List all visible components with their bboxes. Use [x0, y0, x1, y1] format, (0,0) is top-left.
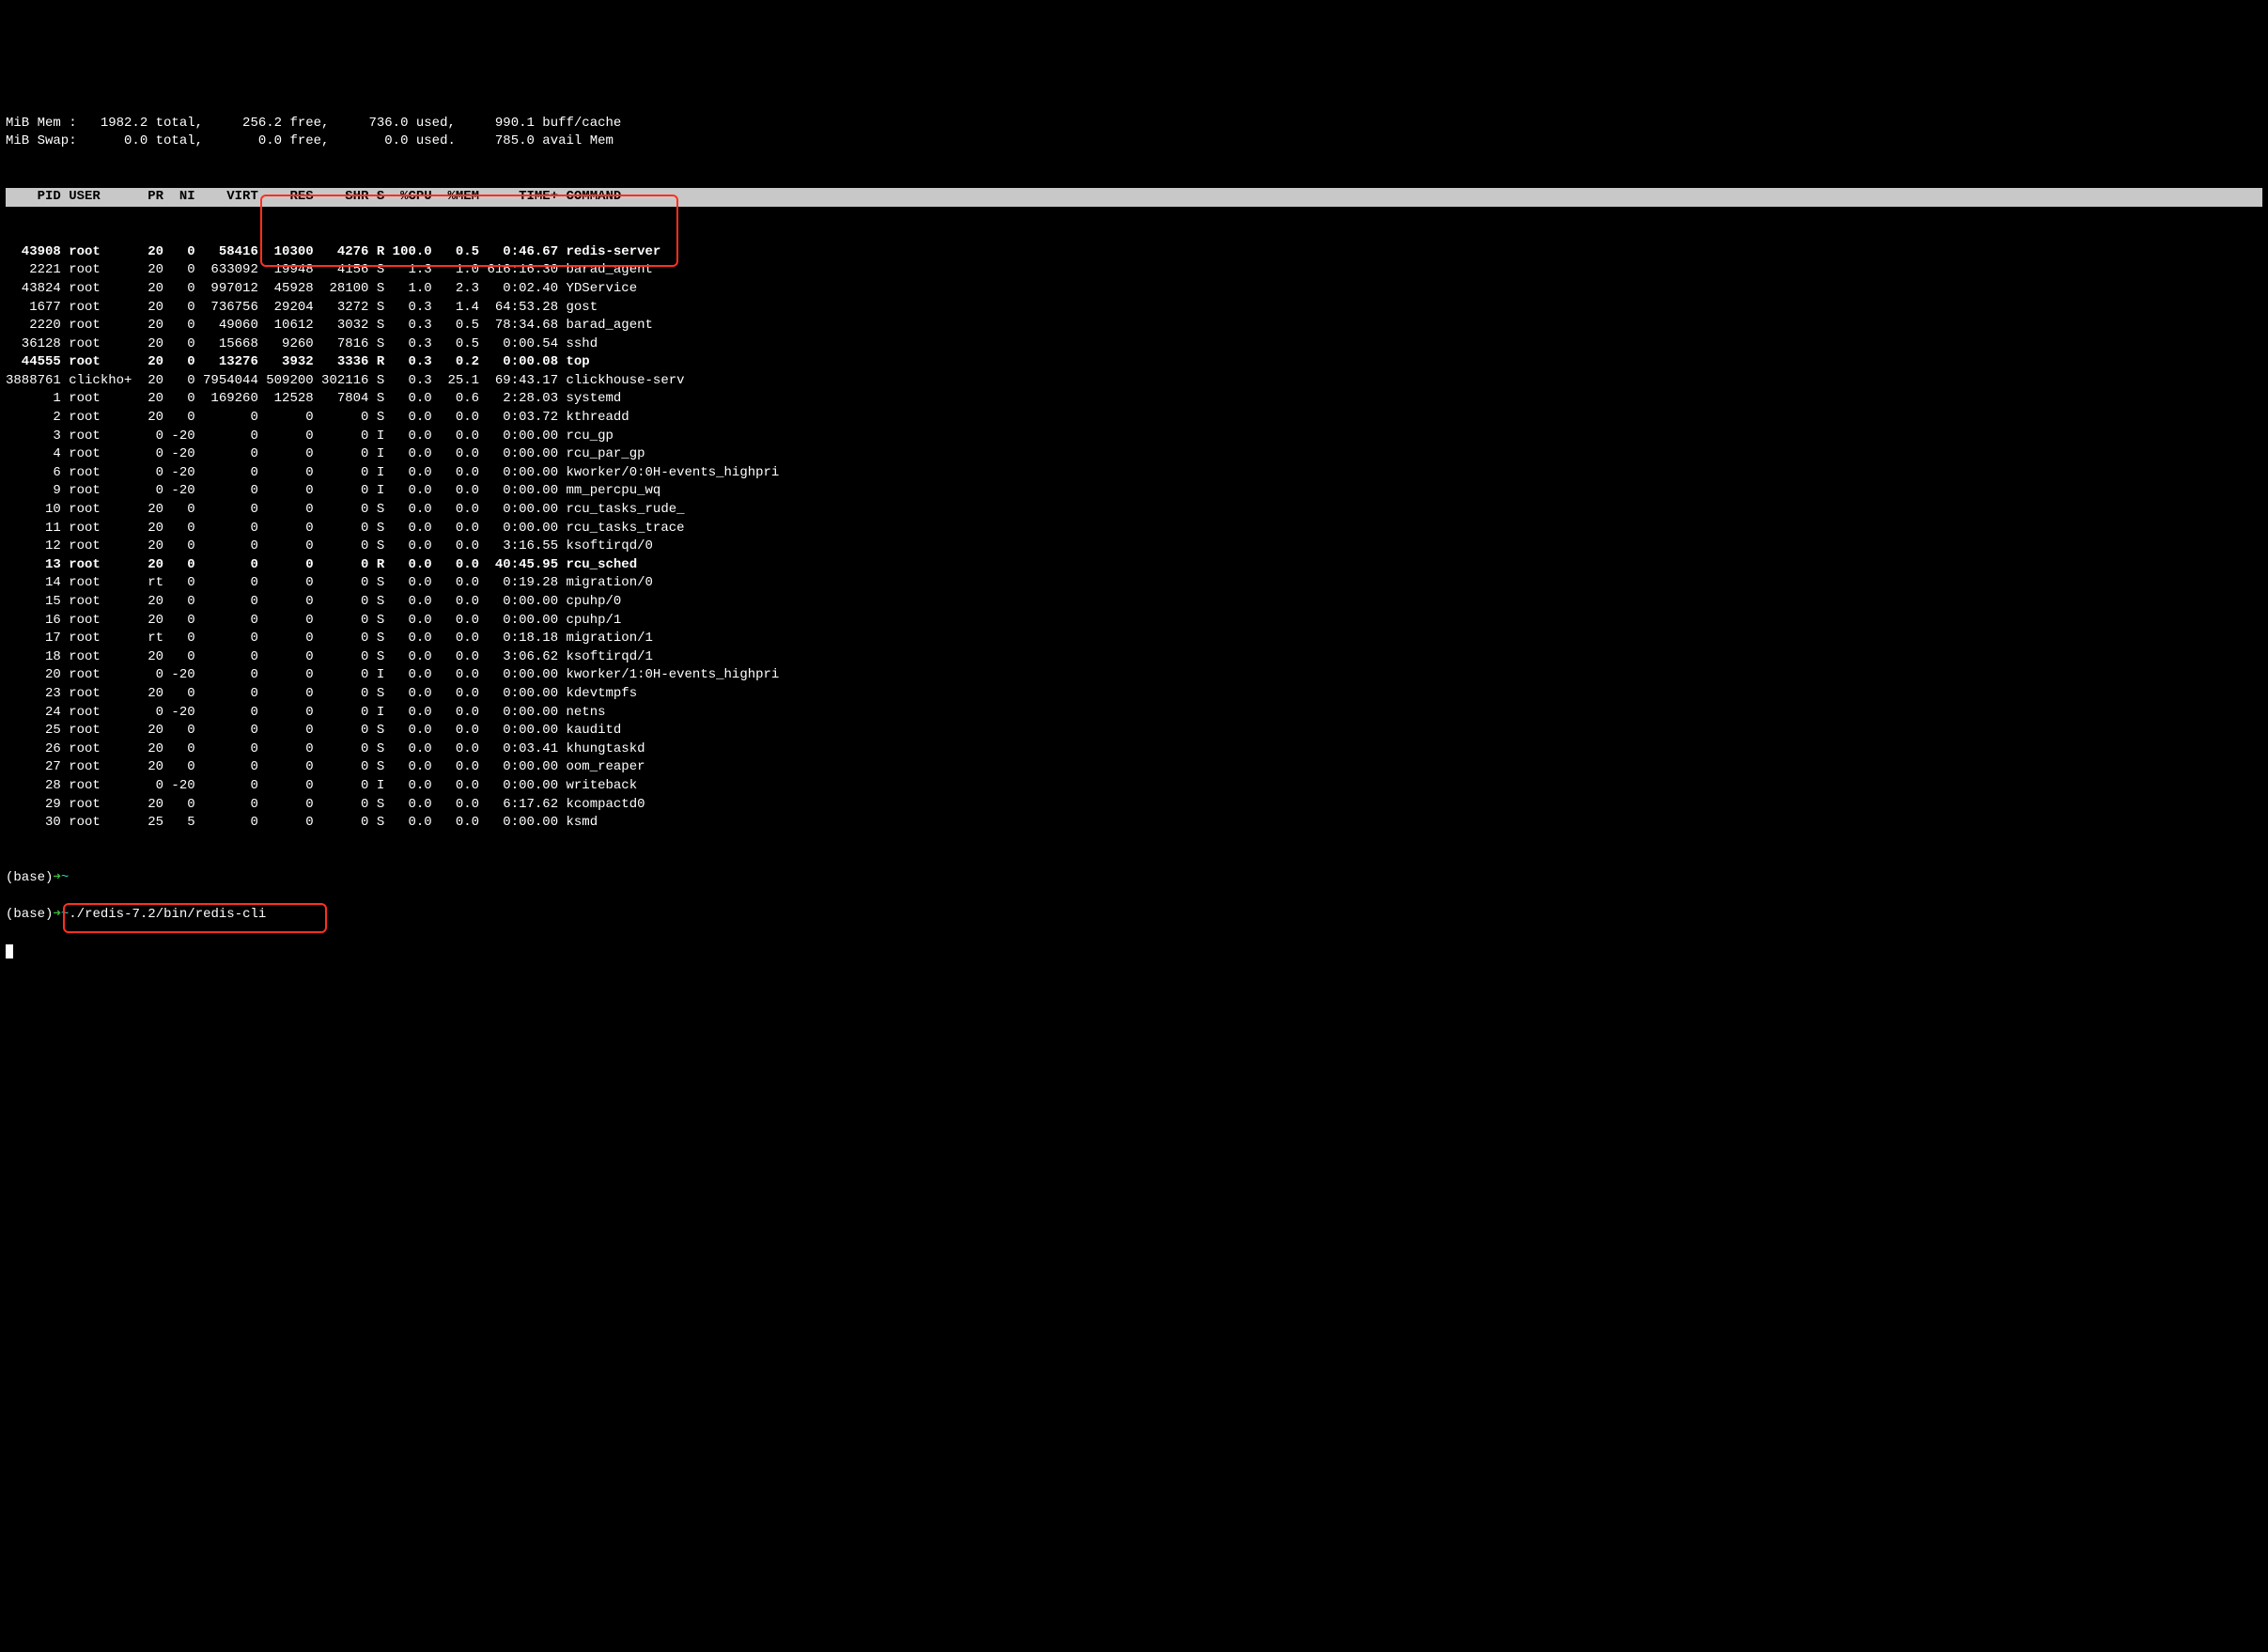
- prompt-env: (base): [6, 869, 53, 888]
- process-row: 2221 root 20 0 633092 19948 4156 S 1.3 1…: [6, 261, 2262, 280]
- process-row: 2220 root 20 0 49060 10612 3032 S 0.3 0.…: [6, 317, 2262, 335]
- process-row: 1677 root 20 0 736756 29204 3272 S 0.3 1…: [6, 299, 2262, 318]
- process-row: 16 root 20 0 0 0 0 S 0.0 0.0 0:00.00 cpu…: [6, 612, 2262, 631]
- process-row: 13 root 20 0 0 0 0 R 0.0 0.0 40:45.95 rc…: [6, 556, 2262, 575]
- process-row: 12 root 20 0 0 0 0 S 0.0 0.0 3:16.55 kso…: [6, 538, 2262, 556]
- shell-prompt-line-1: (base) ➜ ~: [6, 869, 2262, 888]
- process-row: 15 root 20 0 0 0 0 S 0.0 0.0 0:00.00 cpu…: [6, 593, 2262, 612]
- process-row: 27 root 20 0 0 0 0 S 0.0 0.0 0:00.00 oom…: [6, 758, 2262, 777]
- command-input[interactable]: ./redis-7.2/bin/redis-cli: [69, 906, 266, 925]
- process-row: 29 root 20 0 0 0 0 S 0.0 0.0 6:17.62 kco…: [6, 796, 2262, 815]
- process-row: 2 root 20 0 0 0 0 S 0.0 0.0 0:03.72 kthr…: [6, 409, 2262, 428]
- process-row: 44555 root 20 0 13276 3932 3336 R 0.3 0.…: [6, 353, 2262, 372]
- process-row: 14 root rt 0 0 0 0 S 0.0 0.0 0:19.28 mig…: [6, 574, 2262, 593]
- process-row: 28 root 0 -20 0 0 0 I 0.0 0.0 0:00.00 wr…: [6, 777, 2262, 796]
- prompt-arrow-icon: ➜: [53, 869, 60, 888]
- top-summary: MiB Mem : 1982.2 total, 256.2 free, 736.…: [6, 115, 2262, 151]
- process-row: 10 root 20 0 0 0 0 S 0.0 0.0 0:00.00 rcu…: [6, 501, 2262, 520]
- process-table-header: PID USER PR NI VIRT RES SHR S %CPU %MEM …: [6, 188, 2262, 207]
- process-row: 43908 root 20 0 58416 10300 4276 R 100.0…: [6, 243, 2262, 262]
- process-row: 23 root 20 0 0 0 0 S 0.0 0.0 0:00.00 kde…: [6, 685, 2262, 704]
- shell-prompt-line-2[interactable]: (base) ➜ ~ ./redis-7.2/bin/redis-cli: [6, 906, 2262, 925]
- process-row: 43824 root 20 0 997012 45928 28100 S 1.0…: [6, 280, 2262, 299]
- cursor-icon: [6, 944, 13, 958]
- process-row: 36128 root 20 0 15668 9260 7816 S 0.3 0.…: [6, 335, 2262, 354]
- process-row: 4 root 0 -20 0 0 0 I 0.0 0.0 0:00.00 rcu…: [6, 445, 2262, 464]
- prompt-env: (base): [6, 906, 53, 925]
- process-row: 20 root 0 -20 0 0 0 I 0.0 0.0 0:00.00 kw…: [6, 666, 2262, 685]
- process-row: 11 root 20 0 0 0 0 S 0.0 0.0 0:00.00 rcu…: [6, 520, 2262, 538]
- process-row: 17 root rt 0 0 0 0 S 0.0 0.0 0:18.18 mig…: [6, 630, 2262, 648]
- process-row: 26 root 20 0 0 0 0 S 0.0 0.0 0:03.41 khu…: [6, 740, 2262, 759]
- process-table: 43908 root 20 0 58416 10300 4276 R 100.0…: [6, 243, 2262, 833]
- prompt-path: ~: [61, 906, 69, 925]
- prompt-path: ~: [61, 869, 69, 888]
- process-row: 3888761 clickho+ 20 0 7954044 509200 302…: [6, 372, 2262, 391]
- process-row: 18 root 20 0 0 0 0 S 0.0 0.0 3:06.62 kso…: [6, 648, 2262, 667]
- process-row: 30 root 25 5 0 0 0 S 0.0 0.0 0:00.00 ksm…: [6, 814, 2262, 833]
- process-row: 3 root 0 -20 0 0 0 I 0.0 0.0 0:00.00 rcu…: [6, 428, 2262, 446]
- terminal-screen[interactable]: MiB Mem : 1982.2 total, 256.2 free, 736.…: [0, 73, 2268, 1038]
- prompt-arrow-icon: ➜: [53, 906, 60, 925]
- process-row: 24 root 0 -20 0 0 0 I 0.0 0.0 0:00.00 ne…: [6, 704, 2262, 723]
- process-row: 6 root 0 -20 0 0 0 I 0.0 0.0 0:00.00 kwo…: [6, 464, 2262, 483]
- process-row: 9 root 0 -20 0 0 0 I 0.0 0.0 0:00.00 mm_…: [6, 482, 2262, 501]
- process-row: 25 root 20 0 0 0 0 S 0.0 0.0 0:00.00 kau…: [6, 722, 2262, 740]
- process-row: 1 root 20 0 169260 12528 7804 S 0.0 0.6 …: [6, 390, 2262, 409]
